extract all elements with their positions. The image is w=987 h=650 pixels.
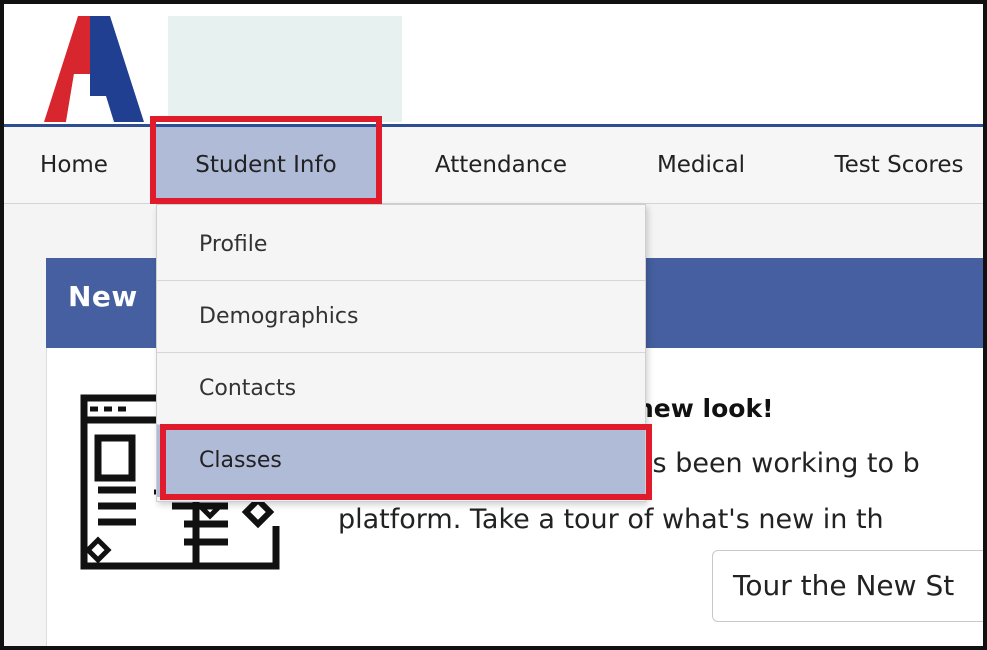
nav-student-info[interactable]: Student Info <box>156 127 376 203</box>
nav-medical[interactable]: Medical <box>626 127 776 203</box>
app-window: Home Student Info Attendance Medical Tes… <box>0 0 987 650</box>
header <box>4 4 983 124</box>
student-info-dropdown: Profile Demographics Contacts Classes <box>156 204 646 502</box>
dropdown-item-classes[interactable]: Classes <box>157 425 645 497</box>
nav-home[interactable]: Home <box>22 127 126 203</box>
school-logo-icon[interactable] <box>36 16 144 122</box>
dropdown-item-contacts[interactable]: Contacts <box>157 353 645 425</box>
nav-test-scores[interactable]: Test Scores <box>804 127 983 203</box>
news-headline: new look! <box>636 394 774 423</box>
tour-button[interactable]: Tour the New St <box>712 550 983 622</box>
nav-attendance[interactable]: Attendance <box>406 127 596 203</box>
header-banner <box>168 16 402 122</box>
dropdown-item-profile[interactable]: Profile <box>157 209 645 281</box>
dropdown-item-demographics[interactable]: Demographics <box>157 281 645 353</box>
panel-title: New <box>68 280 138 313</box>
main-nav: Home Student Info Attendance Medical Tes… <box>4 127 983 204</box>
news-text-line-2: platform. Take a tour of what's new in t… <box>338 504 884 535</box>
news-text-line-1: as been working to b <box>636 448 920 479</box>
